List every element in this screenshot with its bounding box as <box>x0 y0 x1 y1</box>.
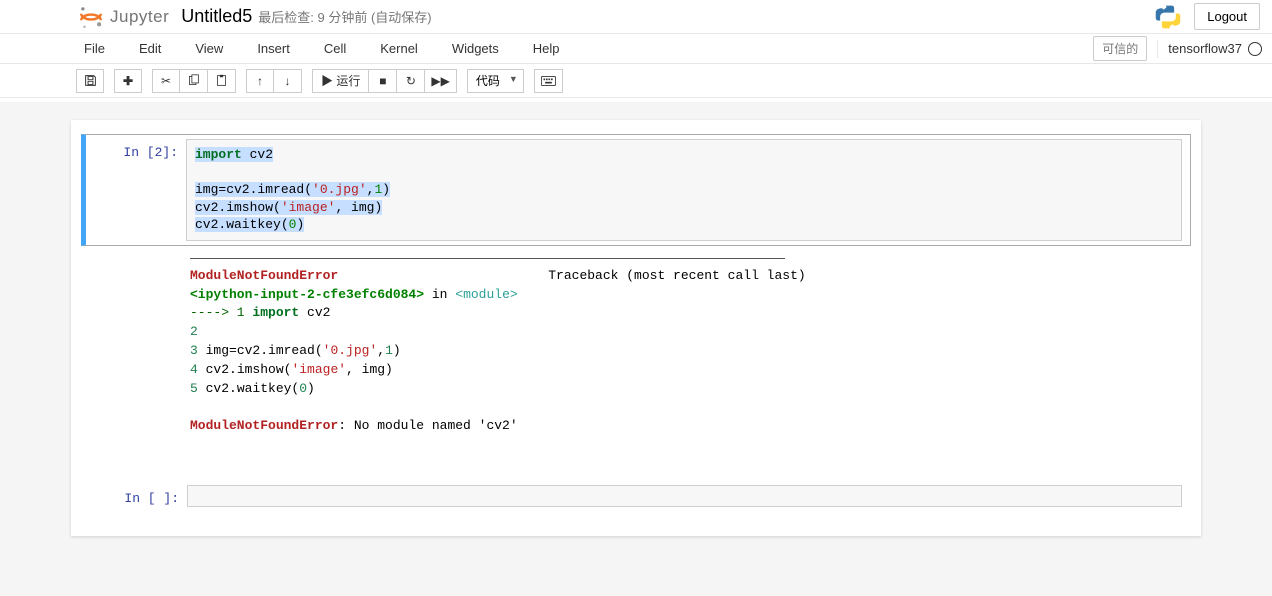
restart-run-all-button[interactable]: ▶▶ <box>425 69 456 93</box>
code-cell[interactable]: In [ ]: <box>81 480 1191 512</box>
traceback-arrow: ----> 1 <box>190 305 245 320</box>
checkpoint-status: 最后检查: 9 分钟前 (自动保存) <box>258 7 431 26</box>
kernel-status-icon <box>1248 42 1262 56</box>
input-prompt: In [2]: <box>81 139 186 241</box>
arrow-down-icon: ↓ <box>285 74 291 88</box>
menu-cell[interactable]: Cell <box>316 35 354 62</box>
traceback-location: <ipython-input-2-cfe3efc6d084> <box>190 287 424 302</box>
celltype-select[interactable]: 代码 <box>467 69 524 93</box>
jupyter-logo[interactable]: Jupyter <box>78 4 169 30</box>
cell-output: ModuleNotFoundError Traceback (most recen… <box>186 250 1191 441</box>
paste-button[interactable] <box>208 69 236 93</box>
notebook-name[interactable]: Untitled5 <box>181 6 252 27</box>
paste-icon <box>215 74 228 87</box>
menubar: File Edit View Insert Cell Kernel Widget… <box>0 34 1272 64</box>
save-button[interactable] <box>76 69 104 93</box>
toolbar: ✚ ✂ ↑ ↓ ▶ 运行 ■ ↻ ▶▶ 代码 <box>0 64 1272 98</box>
kernel-name: tensorflow37 <box>1168 41 1242 56</box>
run-button[interactable]: ▶ 运行 <box>312 69 369 93</box>
insert-cell-button[interactable]: ✚ <box>114 69 142 93</box>
keyboard-icon <box>541 75 556 87</box>
code-input[interactable] <box>187 485 1182 507</box>
code-input[interactable]: import cv2 img=cv2.imread('0.jpg',1) cv2… <box>186 139 1182 241</box>
divider <box>1157 40 1158 58</box>
move-up-button[interactable]: ↑ <box>246 69 274 93</box>
traceback-label: Traceback (most recent call last) <box>548 268 805 283</box>
command-palette-button[interactable] <box>534 69 563 93</box>
notebook-container: In [2]: import cv2 img=cv2.imread('0.jpg… <box>0 102 1272 596</box>
save-icon <box>84 74 97 87</box>
menu-help[interactable]: Help <box>525 35 568 62</box>
python-icon <box>1154 3 1182 31</box>
kernel-indicator[interactable]: tensorflow37 <box>1168 41 1262 56</box>
notebook: In [2]: import cv2 img=cv2.imread('0.jpg… <box>71 120 1201 536</box>
error-message: : No module named 'cv2' <box>338 418 517 433</box>
trusted-indicator[interactable]: 可信的 <box>1093 36 1147 61</box>
copy-icon <box>187 74 200 87</box>
traceback-separator <box>190 258 785 259</box>
menu-kernel[interactable]: Kernel <box>372 35 426 62</box>
error-name-final: ModuleNotFoundError <box>190 418 338 433</box>
menu-widgets[interactable]: Widgets <box>444 35 507 62</box>
menu-edit[interactable]: Edit <box>131 35 169 62</box>
menu-insert[interactable]: Insert <box>249 35 298 62</box>
header: Jupyter Untitled5 最后检查: 9 分钟前 (自动保存) Log… <box>0 0 1272 34</box>
jupyter-brand-text: Jupyter <box>110 7 169 27</box>
cut-icon: ✂ <box>161 74 171 88</box>
menu-view[interactable]: View <box>187 35 231 62</box>
fast-forward-icon: ▶▶ <box>431 74 449 88</box>
run-label: ▶ 运行 <box>321 72 360 89</box>
arrow-up-icon: ↑ <box>257 74 263 88</box>
stop-icon: ■ <box>379 74 386 88</box>
restart-button[interactable]: ↻ <box>397 69 425 93</box>
cut-button[interactable]: ✂ <box>152 69 180 93</box>
jupyter-icon <box>78 4 104 30</box>
menu-file[interactable]: File <box>76 35 113 62</box>
input-prompt: In [ ]: <box>82 485 187 507</box>
restart-icon: ↻ <box>406 74 416 88</box>
move-down-button[interactable]: ↓ <box>274 69 302 93</box>
code-cell[interactable]: In [2]: import cv2 img=cv2.imread('0.jpg… <box>81 134 1191 246</box>
logout-button[interactable]: Logout <box>1194 3 1260 30</box>
copy-button[interactable] <box>180 69 208 93</box>
plus-icon: ✚ <box>123 74 133 88</box>
error-name: ModuleNotFoundError <box>190 268 338 283</box>
interrupt-button[interactable]: ■ <box>369 69 397 93</box>
